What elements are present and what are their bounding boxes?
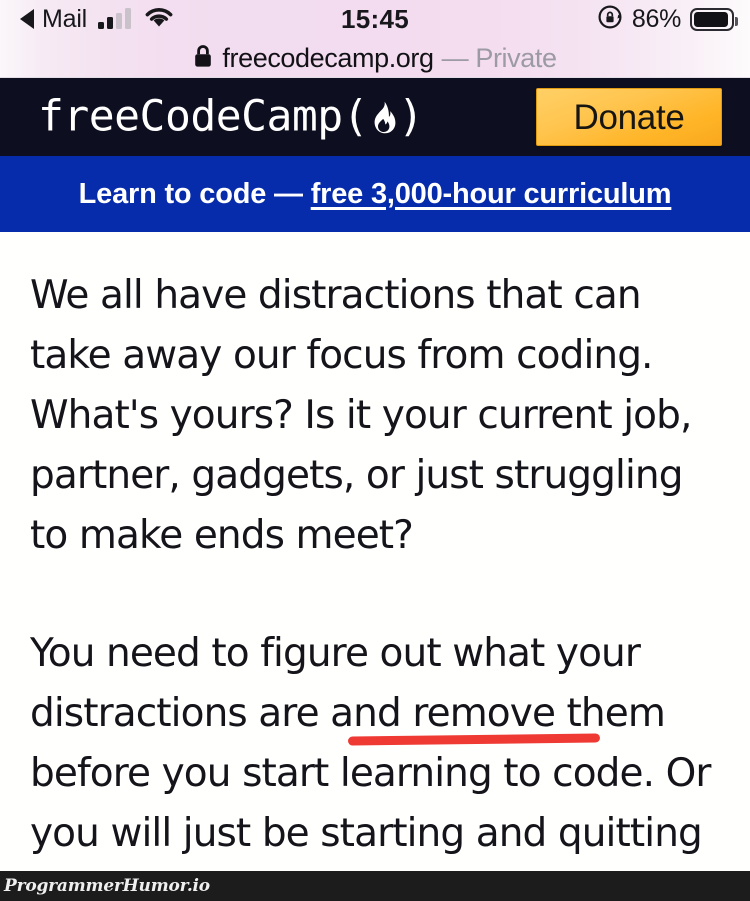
logo-text-before: freeCodeCamp( xyxy=(38,91,369,142)
cta-prefix-label: Learn to code — xyxy=(78,177,311,210)
article-paragraph-2: You need to figure out what your distrac… xyxy=(30,631,711,901)
private-browsing-label: — Private xyxy=(441,42,557,73)
freecodecamp-logo[interactable]: freeCodeCamp( ) xyxy=(38,91,424,142)
curriculum-link[interactable]: free 3,000-hour curriculum xyxy=(311,178,672,210)
site-header: freeCodeCamp( ) Donate xyxy=(0,78,750,156)
ios-status-bar: Mail 15:45 86% freecodecamp.org — Privat… xyxy=(0,0,750,78)
watermark-label: ProgrammerHumor.io xyxy=(4,875,210,896)
rotation-lock-icon xyxy=(597,4,623,35)
article-body: We all have distractions that can take a… xyxy=(0,232,750,901)
battery-icon xyxy=(690,7,738,31)
donate-button[interactable]: Donate xyxy=(536,88,722,146)
status-bar-top-row: Mail 15:45 86% xyxy=(0,0,750,38)
phone-screenshot: Mail 15:45 86% freecodecamp.org — Privat… xyxy=(0,0,750,901)
battery-percentage-label: 86% xyxy=(631,4,681,33)
url-domain-label[interactable]: freecodecamp.org xyxy=(222,44,434,72)
article-paragraph-1: We all have distractions that can take a… xyxy=(30,273,692,558)
lock-icon xyxy=(193,43,213,74)
donate-button-label: Donate xyxy=(573,97,685,137)
cta-banner-text: Learn to code — free 3,000-hour curricul… xyxy=(78,177,672,210)
status-bar-right-group: 86% xyxy=(597,3,738,35)
learn-to-code-banner[interactable]: Learn to code — free 3,000-hour curricul… xyxy=(0,156,750,232)
logo-text-after: ) xyxy=(398,91,424,142)
browser-url-bar[interactable]: freecodecamp.org — Private xyxy=(0,38,750,78)
flame-icon xyxy=(368,97,398,137)
watermark-bar: ProgrammerHumor.io xyxy=(0,871,750,901)
